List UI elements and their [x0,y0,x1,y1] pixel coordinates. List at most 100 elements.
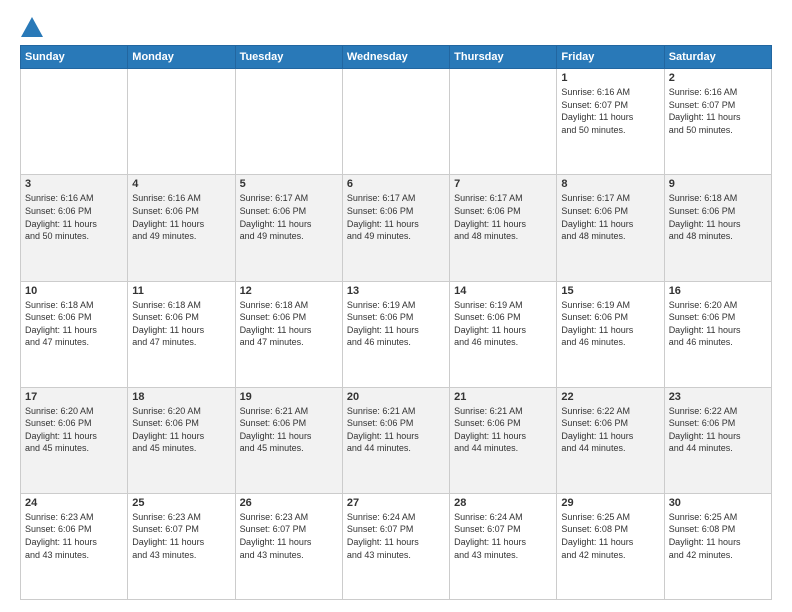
calendar-cell: 10 Sunrise: 6:18 AM Sunset: 6:06 PM Dayli… [21,281,128,387]
calendar-cell: 27 Sunrise: 6:24 AM Sunset: 6:07 PM Dayli… [342,493,449,599]
day-info: Sunrise: 6:18 AM Sunset: 6:06 PM Dayligh… [132,299,230,349]
calendar-cell: 18 Sunrise: 6:20 AM Sunset: 6:06 PM Dayli… [128,387,235,493]
day-number: 15 [561,285,659,297]
day-info: Sunrise: 6:16 AM Sunset: 6:07 PM Dayligh… [561,86,659,136]
col-header-saturday: Saturday [664,46,771,69]
page: SundayMondayTuesdayWednesdayThursdayFrid… [0,0,792,612]
day-number: 18 [132,391,230,403]
day-info: Sunrise: 6:23 AM Sunset: 6:07 PM Dayligh… [132,511,230,561]
header [20,16,772,35]
calendar-cell [450,69,557,175]
day-number: 1 [561,72,659,84]
calendar-cell: 15Sunrise: 6:19 AM Sunset: 6:06 PM Dayli… [557,281,664,387]
calendar-cell: 26 Sunrise: 6:23 AM Sunset: 6:07 PM Dayli… [235,493,342,599]
day-number: 12 [240,285,338,297]
day-number: 10 [25,285,123,297]
day-info: Sunrise: 6:16 AM Sunset: 6:06 PM Dayligh… [132,192,230,242]
calendar-cell: 8 Sunrise: 6:17 AM Sunset: 6:06 PM Daylig… [557,175,664,281]
week-row-5: 24Sunrise: 6:23 AM Sunset: 6:06 PM Dayli… [21,493,772,599]
day-number: 9 [669,178,767,190]
calendar-cell: 1 Sunrise: 6:16 AM Sunset: 6:07 PM Daylig… [557,69,664,175]
calendar-cell: 4 Sunrise: 6:16 AM Sunset: 6:06 PM Daylig… [128,175,235,281]
week-row-1: 1 Sunrise: 6:16 AM Sunset: 6:07 PM Daylig… [21,69,772,175]
day-number: 3 [25,178,123,190]
calendar-cell: 19 Sunrise: 6:21 AM Sunset: 6:06 PM Dayli… [235,387,342,493]
day-number: 24 [25,497,123,509]
day-info: Sunrise: 6:18 AM Sunset: 6:06 PM Dayligh… [240,299,338,349]
day-number: 11 [132,285,230,297]
day-number: 29 [561,497,659,509]
day-number: 5 [240,178,338,190]
day-info: Sunrise: 6:23 AM Sunset: 6:07 PM Dayligh… [240,511,338,561]
day-number: 8 [561,178,659,190]
day-number: 14 [454,285,552,297]
day-number: 23 [669,391,767,403]
calendar-cell: 2 Sunrise: 6:16 AM Sunset: 6:07 PM Daylig… [664,69,771,175]
calendar-cell: 21Sunrise: 6:21 AM Sunset: 6:06 PM Dayli… [450,387,557,493]
day-number: 2 [669,72,767,84]
calendar-cell: 14 Sunrise: 6:19 AM Sunset: 6:06 PM Dayli… [450,281,557,387]
logo-text-block [20,16,44,35]
logo [20,16,44,35]
calendar-cell: 6 Sunrise: 6:17 AM Sunset: 6:06 PM Daylig… [342,175,449,281]
day-number: 7 [454,178,552,190]
day-info: Sunrise: 6:22 AM Sunset: 6:06 PM Dayligh… [561,405,659,455]
calendar-cell: 20Sunrise: 6:21 AM Sunset: 6:06 PM Dayli… [342,387,449,493]
day-info: Sunrise: 6:17 AM Sunset: 6:06 PM Dayligh… [240,192,338,242]
calendar-cell: 30Sunrise: 6:25 AM Sunset: 6:08 PM Dayli… [664,493,771,599]
day-info: Sunrise: 6:16 AM Sunset: 6:06 PM Dayligh… [25,192,123,242]
day-number: 28 [454,497,552,509]
logo-general [20,16,44,37]
calendar-cell: 9 Sunrise: 6:18 AM Sunset: 6:06 PM Daylig… [664,175,771,281]
day-info: Sunrise: 6:25 AM Sunset: 6:08 PM Dayligh… [561,511,659,561]
calendar-cell: 24Sunrise: 6:23 AM Sunset: 6:06 PM Dayli… [21,493,128,599]
calendar-cell: 28 Sunrise: 6:24 AM Sunset: 6:07 PM Dayli… [450,493,557,599]
day-number: 4 [132,178,230,190]
calendar-cell: 23 Sunrise: 6:22 AM Sunset: 6:06 PM Dayli… [664,387,771,493]
day-info: Sunrise: 6:18 AM Sunset: 6:06 PM Dayligh… [669,192,767,242]
calendar-cell [342,69,449,175]
day-number: 27 [347,497,445,509]
col-header-thursday: Thursday [450,46,557,69]
week-row-4: 17 Sunrise: 6:20 AM Sunset: 6:06 PM Dayli… [21,387,772,493]
day-number: 30 [669,497,767,509]
day-info: Sunrise: 6:20 AM Sunset: 6:06 PM Dayligh… [132,405,230,455]
col-header-sunday: Sunday [21,46,128,69]
calendar-header-row: SundayMondayTuesdayWednesdayThursdayFrid… [21,46,772,69]
day-number: 22 [561,391,659,403]
day-info: Sunrise: 6:16 AM Sunset: 6:07 PM Dayligh… [669,86,767,136]
day-info: Sunrise: 6:17 AM Sunset: 6:06 PM Dayligh… [561,192,659,242]
calendar-cell: 3 Sunrise: 6:16 AM Sunset: 6:06 PM Daylig… [21,175,128,281]
week-row-2: 3 Sunrise: 6:16 AM Sunset: 6:06 PM Daylig… [21,175,772,281]
col-header-friday: Friday [557,46,664,69]
calendar-table: SundayMondayTuesdayWednesdayThursdayFrid… [20,45,772,600]
calendar-cell: 16Sunrise: 6:20 AM Sunset: 6:06 PM Dayli… [664,281,771,387]
calendar-cell [235,69,342,175]
calendar-cell: 22 Sunrise: 6:22 AM Sunset: 6:06 PM Dayli… [557,387,664,493]
day-number: 6 [347,178,445,190]
calendar-cell: 7Sunrise: 6:17 AM Sunset: 6:06 PM Daylig… [450,175,557,281]
col-header-tuesday: Tuesday [235,46,342,69]
day-info: Sunrise: 6:21 AM Sunset: 6:06 PM Dayligh… [454,405,552,455]
day-info: Sunrise: 6:21 AM Sunset: 6:06 PM Dayligh… [347,405,445,455]
day-info: Sunrise: 6:19 AM Sunset: 6:06 PM Dayligh… [454,299,552,349]
day-number: 19 [240,391,338,403]
day-info: Sunrise: 6:21 AM Sunset: 6:06 PM Dayligh… [240,405,338,455]
day-info: Sunrise: 6:22 AM Sunset: 6:06 PM Dayligh… [669,405,767,455]
col-header-wednesday: Wednesday [342,46,449,69]
day-info: Sunrise: 6:18 AM Sunset: 6:06 PM Dayligh… [25,299,123,349]
calendar-cell: 17 Sunrise: 6:20 AM Sunset: 6:06 PM Dayli… [21,387,128,493]
day-info: Sunrise: 6:17 AM Sunset: 6:06 PM Dayligh… [347,192,445,242]
day-number: 17 [25,391,123,403]
day-info: Sunrise: 6:20 AM Sunset: 6:06 PM Dayligh… [25,405,123,455]
day-number: 13 [347,285,445,297]
calendar-cell [21,69,128,175]
day-info: Sunrise: 6:24 AM Sunset: 6:07 PM Dayligh… [454,511,552,561]
calendar-cell: 12 Sunrise: 6:18 AM Sunset: 6:06 PM Dayli… [235,281,342,387]
day-info: Sunrise: 6:24 AM Sunset: 6:07 PM Dayligh… [347,511,445,561]
day-number: 26 [240,497,338,509]
logo-triangle-icon [21,17,43,37]
day-number: 25 [132,497,230,509]
day-info: Sunrise: 6:20 AM Sunset: 6:06 PM Dayligh… [669,299,767,349]
calendar-cell [128,69,235,175]
